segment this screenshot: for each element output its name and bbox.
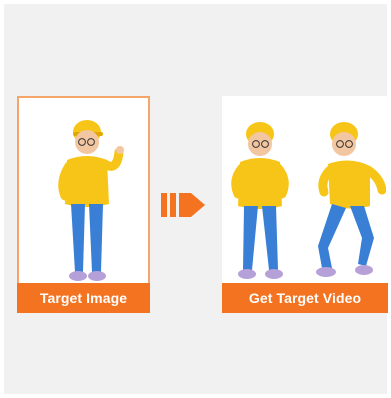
character-thumbs-up-figure [58, 120, 124, 281]
character-standing-figure [231, 122, 289, 279]
character-dancing-figure [316, 122, 386, 277]
demo-canvas: Target Image Get Target Video [4, 4, 388, 394]
target-video-label: Get Target Video [222, 283, 388, 313]
target-video-card: Get Target Video [222, 96, 388, 313]
target-image-label: Target Image [17, 283, 150, 313]
arrow-right-icon [161, 193, 205, 217]
target-image-card: Target Image [17, 96, 150, 313]
